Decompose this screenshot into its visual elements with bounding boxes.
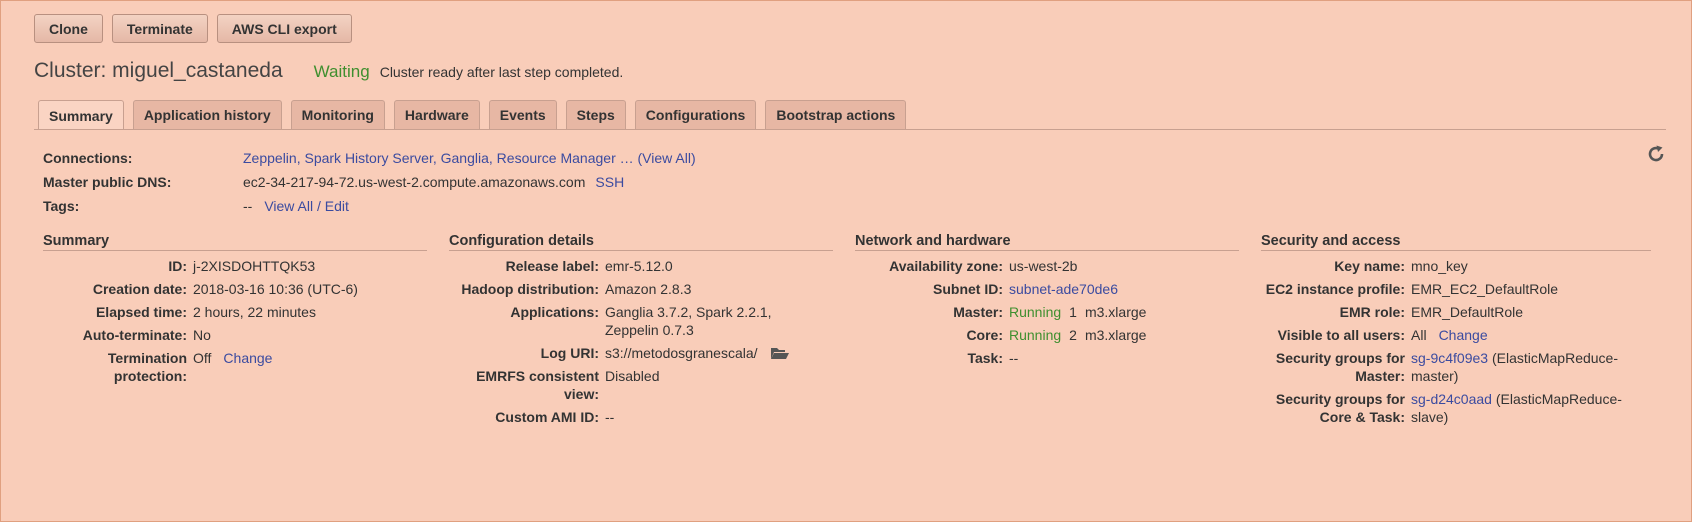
master-dns-label: Master public DNS: [43,174,172,190]
security-heading: Security and access [1261,233,1651,251]
tab-events[interactable]: Events [488,100,557,129]
tab-bar: Summary Application history Monitoring H… [38,100,907,130]
security-group-core-link[interactable]: sg-d24c0aad [1411,391,1492,407]
toolbar: Clone Terminate AWS CLI export [34,14,352,43]
hadoop-distribution-label: Hadoop distribution: [461,281,599,297]
elapsed-time-label: Elapsed time: [95,304,187,320]
log-uri: s3://metodosgranescala/ [605,345,758,361]
security-section: Security and access Key name: mno_key EC2… [1261,233,1651,431]
subnet-id-link[interactable]: subnet-ade70de6 [1009,280,1239,298]
tab-bootstrap-actions[interactable]: Bootstrap actions [765,100,907,129]
connections-link[interactable]: Zeppelin, Spark History Server, Ganglia,… [243,150,696,166]
tab-monitoring[interactable]: Monitoring [290,100,385,129]
termination-protection-value: Off [193,350,212,366]
tab-application-history[interactable]: Application history [132,100,282,129]
summary-heading: Summary [43,233,427,251]
terminate-button[interactable]: Terminate [111,14,208,43]
applications: Ganglia 3.7.2, Spark 2.2.1, Zeppelin 0.7… [605,304,772,338]
visible-change-link[interactable]: Change [1439,327,1488,343]
creation-date: 2018-03-16 10:36 (UTC-6) [193,281,358,297]
tab-summary[interactable]: Summary [38,100,124,130]
auto-terminate-label: Auto-terminate: [82,327,187,343]
applications-label: Applications: [510,304,599,320]
tab-divider [34,129,1666,130]
key-name: mno_key [1411,258,1468,274]
cluster-id: j-2XISDOHTTQK53 [193,258,316,274]
elapsed-time: 2 hours, 22 minutes [193,304,316,320]
configuration-section: Configuration details Release label: emr-… [449,233,833,431]
release-label-label: Release label: [505,258,599,274]
security-groups-core-task-label: Security groups for Core & Task: [1275,391,1405,425]
release-label: emr-5.12.0 [605,258,673,274]
master-count: 1 [1069,304,1077,320]
availability-zone-label: Availability zone: [889,258,1003,274]
ssh-link[interactable]: SSH [595,174,624,190]
key-name-label: Key name: [1334,258,1405,274]
auto-terminate: No [193,327,211,343]
core-status: Running [1009,327,1062,343]
tags-value: -- [243,198,253,214]
network-section: Network and hardware Availability zone: u… [855,233,1239,372]
creation-date-label: Creation date: [92,281,187,297]
status-message: Cluster ready after last step completed. [379,64,624,80]
cluster-status: Waiting [313,62,370,81]
core-count: 2 [1069,327,1077,343]
ec2-instance-profile-label: EC2 instance profile: [1265,281,1405,297]
availability-zone: us-west-2b [1009,258,1078,274]
security-group-master-link[interactable]: sg-9c4f09e3 [1411,350,1488,366]
clone-button[interactable]: Clone [34,14,103,43]
page-title: Cluster: miguel_castaneda [34,59,283,82]
master-dns-value: ec2-34-217-94-72.us-west-2.compute.amazo… [243,174,586,190]
hadoop-distribution: Amazon 2.8.3 [605,281,692,297]
master-instance-type: m3.xlarge [1084,304,1147,320]
master-status: Running [1009,304,1062,320]
custom-ami-id-label: Custom AMI ID: [495,409,599,425]
emr-role: EMR_DefaultRole [1411,304,1524,320]
configuration-heading: Configuration details [449,233,833,251]
connections-row: Connections: Zeppelin, Spark History Ser… [43,150,696,166]
tags-row: Tags: -- View All / Edit [43,198,349,214]
master-label: Master: [953,304,1003,320]
termination-protection-label: Termination protection: [107,350,187,384]
tab-steps[interactable]: Steps [565,100,626,129]
tags-label: Tags: [43,198,80,214]
security-groups-master-label: Security groups for Master: [1275,350,1405,384]
connections-label: Connections: [43,150,133,166]
emr-role-label: EMR role: [1339,304,1405,320]
tab-hardware[interactable]: Hardware [393,100,480,129]
cluster-header: Cluster: miguel_castaneda Waiting Cluste… [34,59,623,83]
id-label: ID: [168,258,187,274]
task-label: Task: [967,350,1003,366]
visible-to-all-users: All [1411,327,1427,343]
emrfs-consistent-view: Disabled [605,368,660,384]
log-uri-label: Log URI: [540,345,599,361]
subnet-id-label: Subnet ID: [933,281,1003,297]
tags-edit-link[interactable]: View All / Edit [264,198,349,214]
task-value: -- [1009,350,1019,366]
ec2-instance-profile: EMR_EC2_DefaultRole [1411,281,1559,297]
aws-cli-export-button[interactable]: AWS CLI export [216,14,352,43]
folder-open-icon[interactable] [770,346,790,360]
refresh-icon[interactable] [1646,144,1666,164]
network-heading: Network and hardware [855,233,1239,251]
summary-section: Summary ID: j-2XISDOHTTQK53 Creation date… [43,233,427,390]
core-instance-type: m3.xlarge [1084,327,1147,343]
custom-ami-id: -- [605,409,615,425]
visible-to-all-users-label: Visible to all users: [1277,327,1405,343]
tab-configurations[interactable]: Configurations [634,100,757,129]
termination-protection-change-link[interactable]: Change [223,350,272,366]
emrfs-consistent-view-label: EMRFS consistent view: [476,368,599,402]
core-label: Core: [966,327,1003,343]
master-dns-row: Master public DNS: ec2-34-217-94-72.us-w… [43,174,624,190]
